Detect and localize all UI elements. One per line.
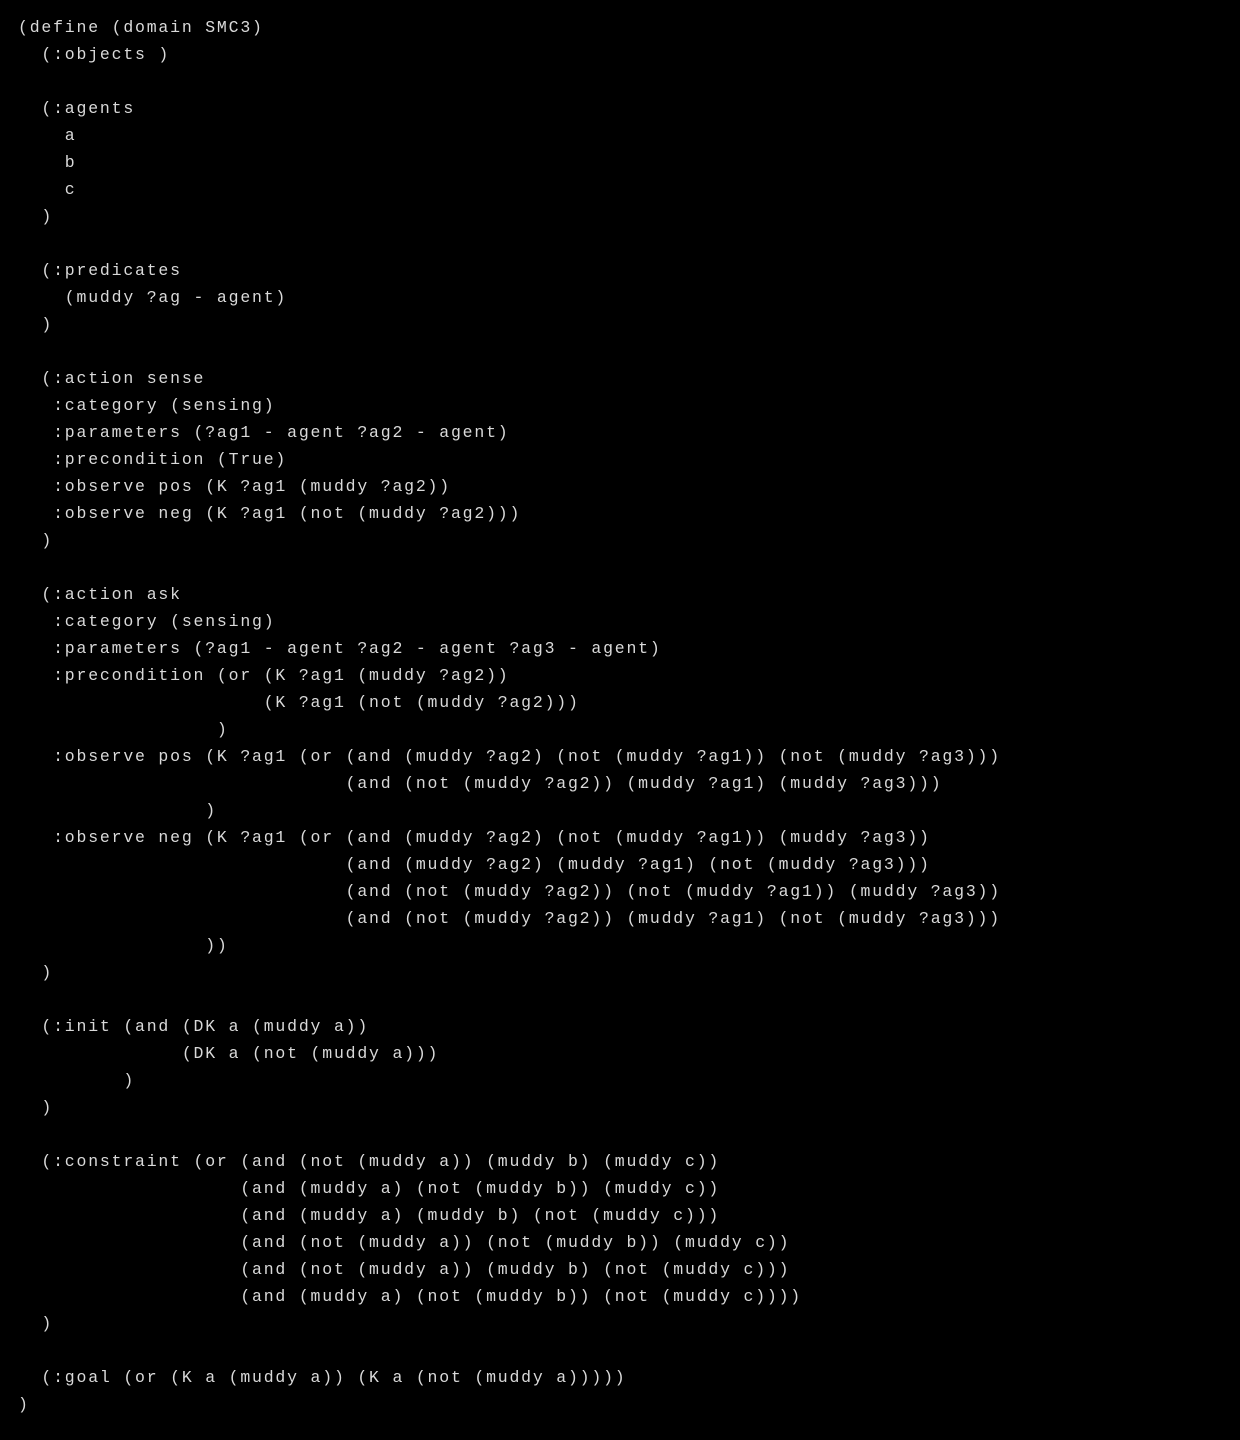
pddl-code-block: (define (domain SMC3) (:objects ) (:agen…	[0, 0, 1240, 1432]
